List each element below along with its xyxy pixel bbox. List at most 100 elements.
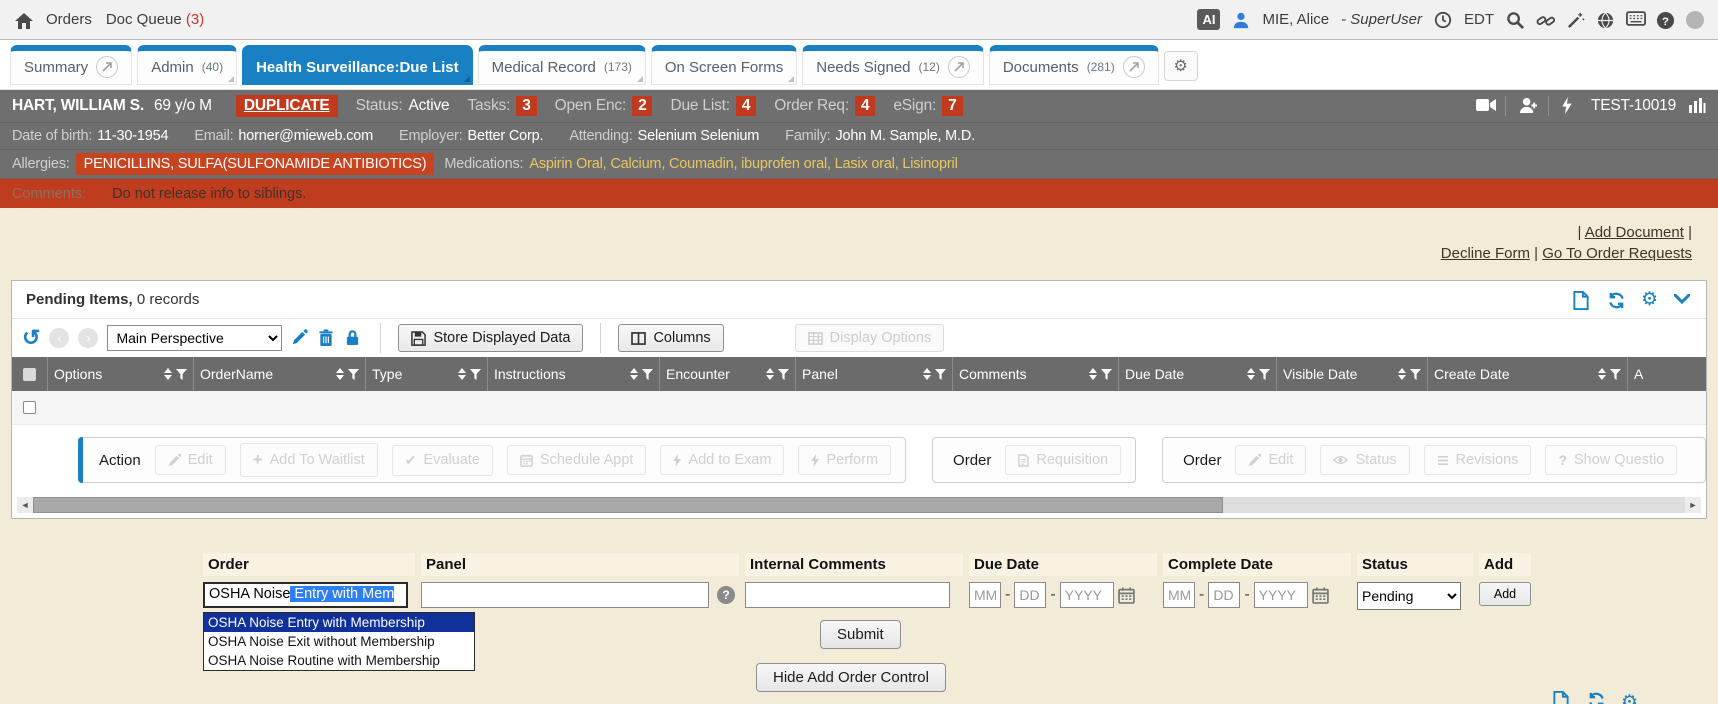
sort-icon[interactable] — [164, 368, 172, 380]
dropdown-option[interactable]: OSHA Noise Entry with Membership — [204, 613, 474, 632]
complete-date-calendar-icon[interactable] — [1312, 587, 1329, 604]
add-order-button[interactable]: Add — [1479, 582, 1531, 606]
due-date-month-input[interactable] — [969, 582, 1001, 608]
lightning-icon[interactable] — [1561, 97, 1579, 115]
add-person-icon[interactable] — [1518, 97, 1536, 115]
filter-icon[interactable] — [1259, 369, 1270, 380]
filter-icon[interactable] — [1610, 369, 1621, 380]
column-header-due-date[interactable]: Due Date — [1119, 357, 1277, 391]
nav-doc-queue[interactable]: Doc Queue (3) — [106, 11, 204, 28]
keyboard-icon[interactable] — [1626, 11, 1644, 29]
hide-add-order-control-button[interactable]: Hide Add Order Control — [756, 663, 946, 692]
help-icon[interactable]: ? — [1656, 11, 1674, 29]
history-back-icon[interactable]: ‹ — [49, 328, 69, 348]
popout-icon[interactable] — [948, 56, 970, 78]
columns-button[interactable]: Columns — [618, 324, 723, 352]
panel-help-icon[interactable]: ? — [717, 586, 735, 604]
scroll-right-icon[interactable]: ► — [1685, 497, 1701, 513]
dropdown-option[interactable]: OSHA Noise Exit without Membership — [204, 632, 474, 651]
column-header-comments[interactable]: Comments — [953, 357, 1119, 391]
sort-icon[interactable] — [1247, 368, 1255, 380]
sort-icon[interactable] — [1598, 368, 1606, 380]
store-displayed-data-button[interactable]: Store Displayed Data — [398, 324, 583, 352]
tab-summary[interactable]: Summary — [10, 45, 132, 85]
column-header-type[interactable]: Type — [366, 357, 488, 391]
globe-icon[interactable] — [1596, 11, 1614, 29]
panel-settings-gear-icon[interactable]: ⚙ — [1621, 691, 1638, 704]
sort-icon[interactable] — [630, 368, 638, 380]
horizontal-scrollbar[interactable]: ◄ ► — [17, 497, 1701, 513]
decline-form-link[interactable]: Decline Form — [1441, 245, 1530, 262]
column-header-create-date[interactable]: Create Date — [1428, 357, 1628, 391]
new-document-icon[interactable] — [1573, 291, 1591, 309]
edit-perspective-pencil-icon[interactable] — [291, 329, 309, 347]
tab-settings-gear-icon[interactable]: ⚙ — [1164, 51, 1198, 81]
select-all-checkbox[interactable] — [23, 368, 36, 381]
column-header-encounter[interactable]: Encounter — [660, 357, 796, 391]
filter-icon[interactable] — [935, 369, 946, 380]
perspective-select[interactable]: Main Perspective — [107, 325, 282, 351]
presence-indicator[interactable] — [1686, 11, 1704, 29]
internal-comments-input[interactable] — [745, 582, 950, 608]
user-name[interactable]: MIE, Alice — [1262, 11, 1329, 28]
bar-chart-icon[interactable] — [1688, 97, 1706, 115]
column-header-ordername[interactable]: OrderName — [194, 357, 366, 391]
collapse-chevron-icon[interactable] — [1674, 291, 1692, 309]
complete-date-day-input[interactable] — [1208, 582, 1240, 608]
refresh-icon[interactable] — [1587, 691, 1605, 704]
medications-list[interactable]: Aspirin Oral, Calcium, Coumadin, ibuprof… — [529, 156, 957, 172]
clock-icon[interactable] — [1434, 11, 1452, 29]
column-header-clipped[interactable]: A — [1628, 357, 1688, 391]
panel-input[interactable] — [421, 582, 709, 608]
due-date-year-input[interactable] — [1060, 582, 1114, 608]
order-req-count-badge[interactable]: 4 — [855, 96, 875, 116]
refresh-icon[interactable] — [1607, 291, 1625, 309]
lock-perspective-icon[interactable] — [345, 329, 363, 347]
sort-icon[interactable] — [923, 368, 931, 380]
dropdown-option[interactable]: OSHA Noise Routine with Membership — [204, 651, 474, 670]
tab-health-surveillance-due-list[interactable]: Health Surveillance:Due List — [242, 45, 473, 85]
row-checkbox[interactable] — [23, 401, 36, 414]
scrollbar-thumb[interactable] — [33, 497, 1223, 513]
due-list-count-badge[interactable]: 4 — [736, 96, 756, 116]
delete-perspective-trash-icon[interactable] — [318, 329, 336, 347]
scroll-left-icon[interactable]: ◄ — [17, 497, 33, 513]
sort-icon[interactable] — [336, 368, 344, 380]
filter-icon[interactable] — [778, 369, 789, 380]
video-camera-icon[interactable] — [1475, 97, 1493, 115]
tab-medical-record[interactable]: Medical Record (173) — [478, 45, 646, 85]
column-header-instructions[interactable]: Instructions — [488, 357, 660, 391]
column-header-panel[interactable]: Panel — [796, 357, 953, 391]
filter-icon[interactable] — [642, 369, 653, 380]
go-to-order-requests-link[interactable]: Go To Order Requests — [1542, 245, 1692, 262]
esign-count-badge[interactable]: 7 — [942, 96, 962, 116]
add-document-link[interactable]: Add Document — [1585, 224, 1684, 241]
ai-badge[interactable]: AI — [1197, 9, 1220, 30]
open-enc-count-badge[interactable]: 2 — [632, 96, 652, 116]
popout-icon[interactable] — [96, 56, 118, 78]
wand-icon[interactable] — [1566, 11, 1584, 29]
new-document-icon[interactable] — [1553, 691, 1571, 704]
filter-icon[interactable] — [348, 369, 359, 380]
search-icon[interactable] — [1506, 11, 1524, 29]
tab-on-screen-forms[interactable]: On Screen Forms — [651, 45, 797, 85]
duplicate-badge[interactable]: DUPLICATE — [236, 95, 338, 117]
tab-documents[interactable]: Documents (281) — [989, 45, 1159, 85]
column-header-options[interactable]: Options — [48, 357, 194, 391]
link-icon[interactable] — [1536, 11, 1554, 29]
sort-icon[interactable] — [1089, 368, 1097, 380]
filter-icon[interactable] — [1410, 369, 1421, 380]
tab-admin[interactable]: Admin (40) — [137, 45, 237, 85]
nav-orders[interactable]: Orders — [46, 11, 92, 28]
undo-icon[interactable]: ↺ — [22, 328, 40, 348]
status-select[interactable]: Pending — [1357, 582, 1461, 610]
panel-settings-gear-icon[interactable]: ⚙ — [1641, 288, 1658, 311]
sort-icon[interactable] — [1398, 368, 1406, 380]
due-date-calendar-icon[interactable] — [1118, 587, 1135, 604]
patient-name[interactable]: HART, WILLIAM S. — [12, 97, 144, 115]
complete-date-month-input[interactable] — [1163, 582, 1195, 608]
popout-icon[interactable] — [1123, 56, 1145, 78]
tab-needs-signed[interactable]: Needs Signed (12) — [802, 45, 984, 85]
home-icon[interactable] — [14, 11, 32, 29]
due-date-day-input[interactable] — [1014, 582, 1046, 608]
